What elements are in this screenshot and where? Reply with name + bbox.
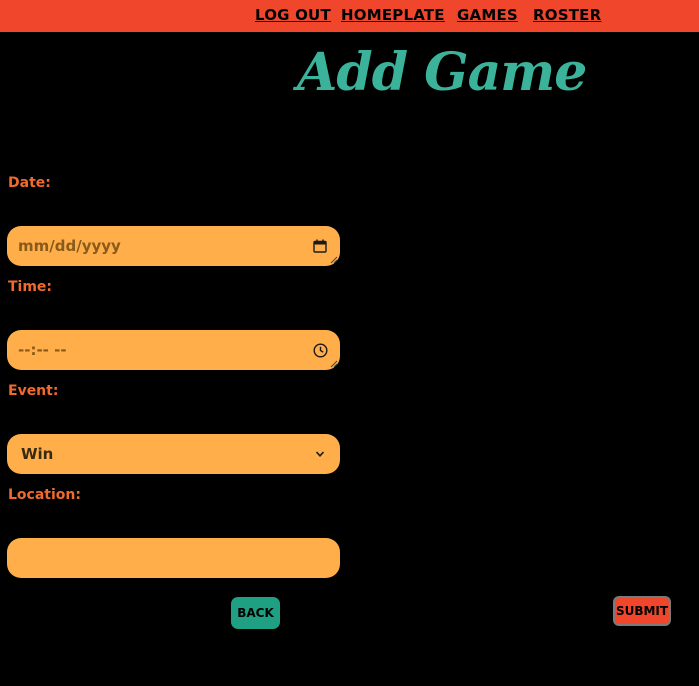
nav-homeplate-link[interactable]: HOMEPLATE <box>341 6 445 24</box>
top-nav-bar: LOG OUT HOMEPLATE GAMES ROSTER <box>0 0 699 32</box>
time-placeholder: --:-- -- <box>18 341 67 359</box>
event-select[interactable]: Win <box>7 434 340 474</box>
location-input[interactable] <box>7 538 340 578</box>
submit-button[interactable]: SUBMIT <box>613 596 671 626</box>
calendar-icon[interactable] <box>312 238 328 254</box>
event-selected-value: Win <box>21 445 54 463</box>
date-input[interactable]: mm/dd/yyyy <box>7 226 340 266</box>
time-label: Time: <box>8 279 53 295</box>
event-label: Event: <box>8 383 59 399</box>
date-label: Date: <box>8 175 51 191</box>
time-input[interactable]: --:-- -- <box>7 330 340 370</box>
location-label: Location: <box>8 487 81 503</box>
nav-logout-link[interactable]: LOG OUT <box>255 6 331 24</box>
back-button[interactable]: BACK <box>231 597 280 629</box>
nav-roster-link[interactable]: ROSTER <box>533 6 601 24</box>
clock-icon[interactable] <box>312 342 328 358</box>
chevron-down-icon[interactable] <box>312 446 328 462</box>
date-placeholder: mm/dd/yyyy <box>18 237 121 255</box>
nav-games-link[interactable]: GAMES <box>457 6 518 24</box>
page-title: Add Game <box>297 42 587 103</box>
resize-grip-icon[interactable] <box>330 360 338 368</box>
resize-grip-icon[interactable] <box>330 256 338 264</box>
